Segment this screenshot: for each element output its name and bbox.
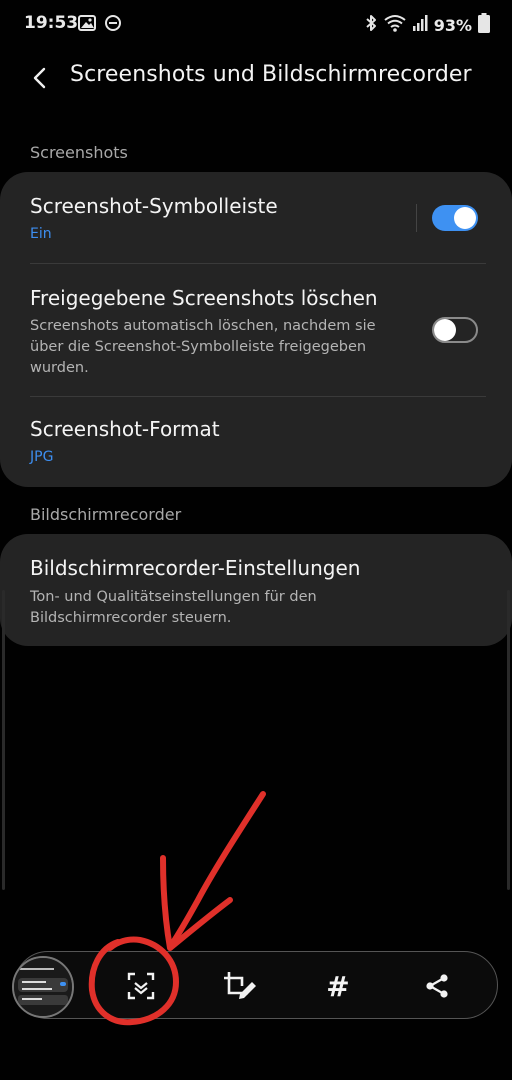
setting-delete-shared-screenshots[interactable]: Freigegebene Screenshots löschen Screens…: [0, 264, 512, 396]
setting-title: Bildschirmrecorder-Einstellungen: [30, 556, 361, 580]
section-label-screenshots: Screenshots: [30, 143, 128, 162]
setting-title: Screenshot-Format: [30, 417, 220, 441]
hashtag-button[interactable]: #: [314, 962, 362, 1010]
back-button[interactable]: [22, 60, 58, 96]
screenshots-card: Screenshot-Symbolleiste Ein Freigegebene…: [0, 172, 512, 487]
scroll-capture-button[interactable]: [117, 962, 165, 1010]
page-title: Screenshots und Bildschirmrecorder: [70, 62, 472, 87]
image-icon: [78, 15, 96, 35]
hashtag-icon: #: [326, 969, 350, 1003]
toolbar-toggle[interactable]: [432, 205, 478, 231]
status-bar: 19:53 93%: [0, 0, 512, 48]
share-icon: [426, 974, 448, 998]
setting-screenshot-format[interactable]: Screenshot-Format JPG: [0, 397, 512, 487]
description-line: Screenshots automatisch löschen, nachdem…: [30, 318, 376, 334]
edge-indicator-left: [2, 590, 5, 890]
setting-description: Ton- und Qualitätseinstellungen für den …: [30, 587, 450, 629]
status-right-icons: 93%: [364, 13, 490, 37]
wifi-icon: [384, 14, 406, 36]
edge-indicator-right: [507, 590, 510, 890]
status-left-icons: [78, 14, 122, 36]
screenshot-thumbnail[interactable]: [12, 956, 74, 1018]
chevron-left-icon: [33, 67, 46, 89]
crop-edit-icon: [224, 972, 256, 999]
battery-percent: 93%: [433, 15, 472, 35]
scroll-capture-icon: [127, 972, 155, 1000]
setting-status: Ein: [30, 226, 52, 242]
crop-edit-button[interactable]: [216, 962, 264, 1010]
thumbnail-preview-image: [14, 958, 72, 1016]
share-button[interactable]: [413, 962, 461, 1010]
bluetooth-icon: [364, 14, 378, 36]
battery-icon: [478, 13, 490, 37]
settings-screen: 19:53 93% Screenshots und Bildschirmreco…: [0, 0, 512, 1080]
toggle-knob: [434, 319, 456, 341]
do-not-disturb-icon: [104, 14, 122, 36]
vertical-separator: [416, 204, 417, 232]
description-line: wurden.: [30, 360, 89, 376]
delete-shared-toggle[interactable]: [432, 317, 478, 343]
setting-title: Screenshot-Symbolleiste: [30, 194, 278, 218]
toggle-knob: [454, 207, 476, 229]
signal-icon: [412, 14, 428, 36]
setting-value: JPG: [30, 449, 54, 465]
description-line: über die Screenshot-Symbolleiste freigeg…: [30, 339, 367, 355]
setting-recorder-settings[interactable]: Bildschirmrecorder-Einstellungen Ton- un…: [0, 534, 512, 646]
recorder-card: Bildschirmrecorder-Einstellungen Ton- un…: [0, 534, 512, 646]
setting-title: Freigegebene Screenshots löschen: [30, 286, 378, 310]
description-line: Ton- und Qualitätseinstellungen für den: [30, 589, 317, 605]
app-header: Screenshots und Bildschirmrecorder: [0, 48, 512, 108]
setting-description: Screenshots automatisch löschen, nachdem…: [30, 316, 410, 379]
section-label-recorder: Bildschirmrecorder: [30, 505, 182, 524]
setting-screenshot-toolbar[interactable]: Screenshot-Symbolleiste Ein: [0, 172, 512, 264]
description-line: Bildschirmrecorder steuern.: [30, 610, 232, 626]
status-time: 19:53: [24, 13, 79, 33]
